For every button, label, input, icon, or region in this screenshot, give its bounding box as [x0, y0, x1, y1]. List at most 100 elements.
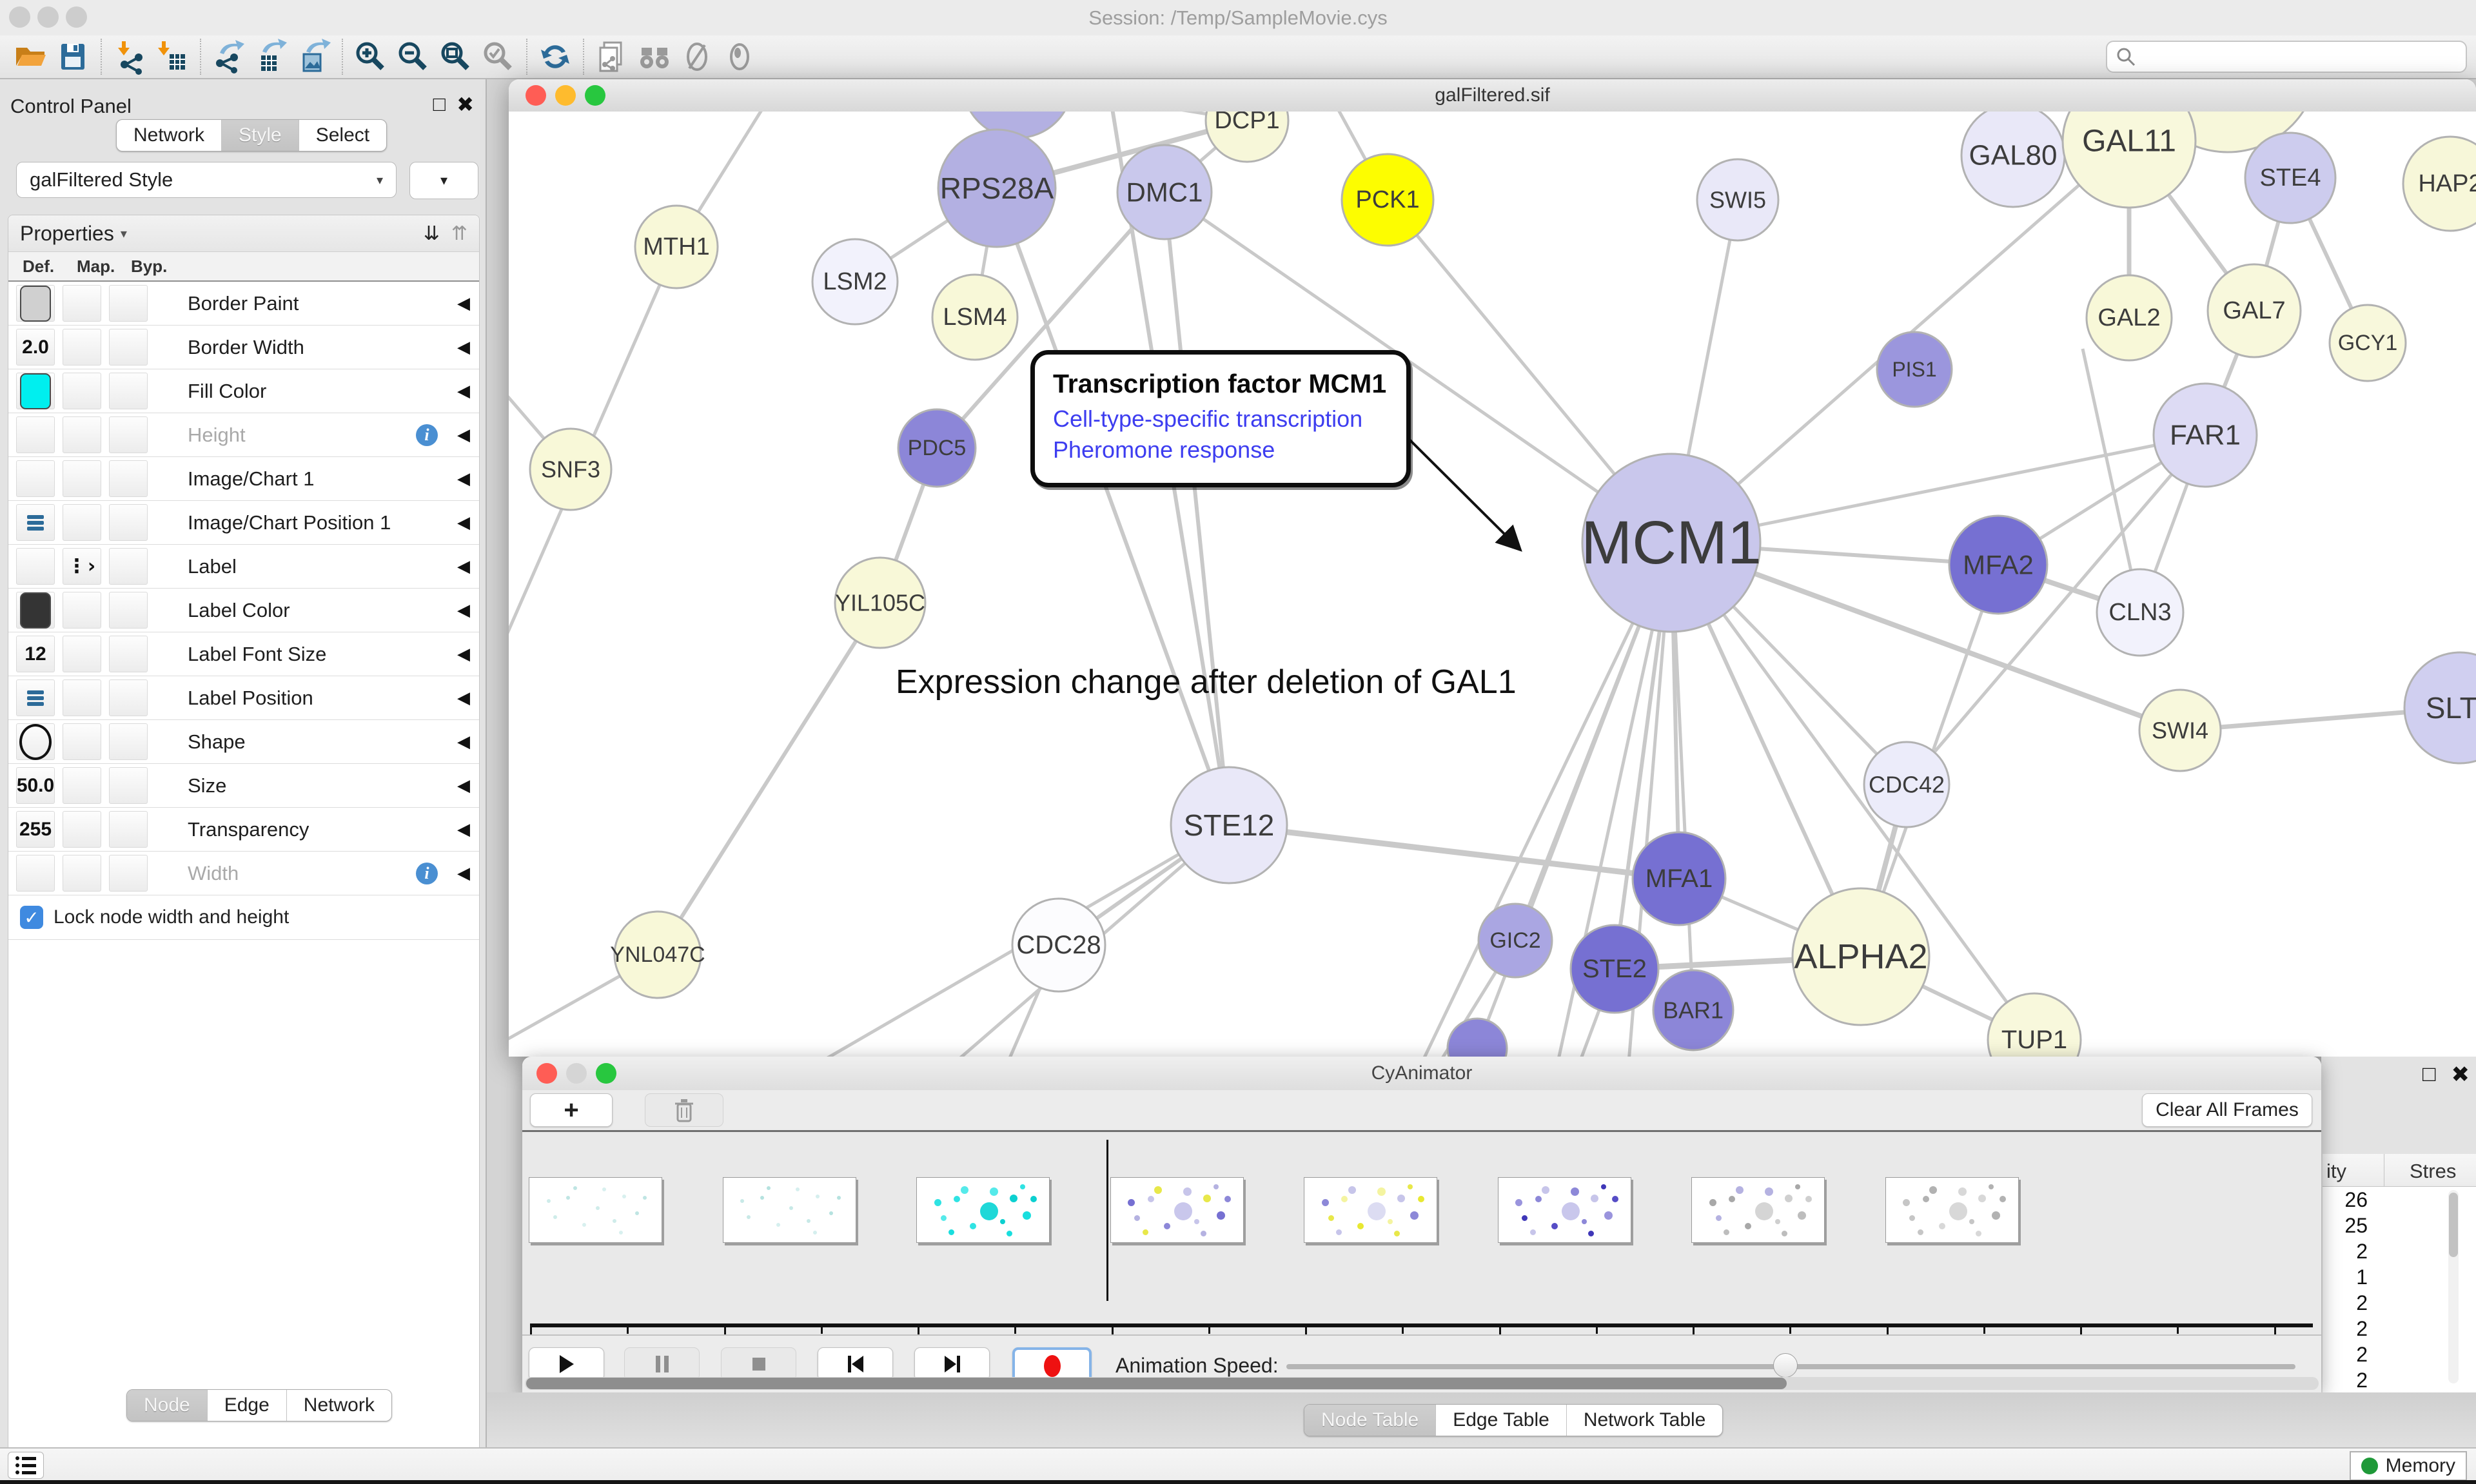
zoom-fit-icon[interactable]: [435, 37, 477, 76]
mapping-cell[interactable]: [63, 767, 101, 804]
import-network-icon[interactable]: [108, 37, 151, 76]
cyanimator-timeline[interactable]: 0123456789 Seconds: [522, 1132, 2321, 1334]
default-value-cell[interactable]: [16, 460, 55, 497]
property-row-image-chart-1[interactable]: Image/Chart 1◀: [8, 457, 479, 501]
network-node-tup1[interactable]: TUP1: [1988, 993, 2081, 1057]
mapping-cell[interactable]: [63, 329, 101, 366]
hide-selected-icon[interactable]: [676, 37, 718, 76]
stop-button[interactable]: [721, 1347, 796, 1381]
property-row-image-chart-position-1[interactable]: Image/Chart Position 1◀: [8, 501, 479, 545]
bypass-cell[interactable]: [109, 548, 148, 585]
network-edge[interactable]: [1164, 192, 1229, 825]
expand-row-icon[interactable]: ◀: [457, 513, 470, 532]
property-row-label[interactable]: ⋮›Label◀: [8, 545, 479, 589]
annotation-link[interactable]: Cell-type-specific transcription: [1053, 405, 1388, 433]
export-table-icon[interactable]: [250, 37, 293, 76]
next-frame-button[interactable]: [914, 1347, 990, 1381]
expand-row-icon[interactable]: ◀: [457, 645, 470, 664]
import-table-icon[interactable]: [151, 37, 193, 76]
default-value-cell[interactable]: 2.0: [16, 329, 55, 366]
open-session-icon[interactable]: [9, 37, 52, 76]
network-node-alpha2[interactable]: ALPHA2: [1793, 888, 1929, 1025]
network-node-cln3[interactable]: CLN3: [2097, 569, 2183, 656]
default-value-cell[interactable]: [16, 285, 55, 322]
bypass-cell[interactable]: [109, 416, 148, 453]
apply-layout-icon[interactable]: [534, 37, 576, 76]
frame-thumbnail-8[interactable]: [1885, 1177, 2019, 1243]
network-node-gal80[interactable]: GAL80: [1961, 112, 2065, 207]
network-node-ste4[interactable]: STE4: [2245, 133, 2335, 223]
bypass-cell[interactable]: [109, 285, 148, 322]
property-row-label-font-size[interactable]: 12Label Font Size◀: [8, 632, 479, 676]
timeline-scrollbar[interactable]: [525, 1377, 2319, 1390]
default-value-cell[interactable]: 50.0: [16, 767, 55, 804]
zoom-out-icon[interactable]: [392, 37, 435, 76]
animation-speed-handle[interactable]: [1773, 1353, 1798, 1378]
bypass-cell[interactable]: [109, 811, 148, 848]
default-value-cell[interactable]: 255: [16, 811, 55, 848]
tab-edge[interactable]: Edge: [207, 1390, 286, 1421]
property-row-transparency[interactable]: 255Transparency◀: [8, 808, 479, 852]
default-value-cell[interactable]: [16, 373, 55, 409]
mapping-cell[interactable]: [63, 373, 101, 409]
expand-row-icon[interactable]: ◀: [457, 864, 470, 883]
property-row-width[interactable]: Widthi◀: [8, 852, 479, 895]
expand-row-icon[interactable]: ◀: [457, 688, 470, 708]
bypass-cell[interactable]: [109, 592, 148, 629]
default-value-cell[interactable]: [16, 855, 55, 892]
style-options-button[interactable]: ▾: [409, 162, 478, 199]
default-value-cell[interactable]: 12: [16, 636, 55, 672]
bypass-cell[interactable]: [109, 329, 148, 366]
mapping-cell[interactable]: [63, 636, 101, 672]
expand-row-icon[interactable]: ◀: [457, 732, 470, 752]
tab-edge-table[interactable]: Edge Table: [1435, 1405, 1566, 1436]
node-table[interactable]: ity Stres 26252122222: [2323, 1154, 2476, 1392]
network-node-gcy1[interactable]: GCY1: [2330, 305, 2406, 381]
default-value-cell[interactable]: [16, 548, 55, 585]
network-node-slt2[interactable]: SLT2: [2404, 652, 2476, 763]
info-icon[interactable]: i: [416, 424, 438, 446]
collapse-all-icon[interactable]: ⇈: [451, 222, 467, 245]
default-value-cell[interactable]: [16, 679, 55, 716]
property-row-border-paint[interactable]: Border Paint◀: [8, 282, 479, 326]
frame-thumbnail-2[interactable]: [723, 1177, 856, 1243]
network-node-gic2[interactable]: GIC2: [1479, 904, 1552, 977]
mapping-cell[interactable]: [63, 855, 101, 892]
bypass-cell[interactable]: [109, 723, 148, 760]
network-node-mth1[interactable]: MTH1: [635, 206, 718, 288]
mapping-cell[interactable]: [63, 460, 101, 497]
network-node-pck1[interactable]: PCK1: [1342, 154, 1433, 246]
memory-button[interactable]: Memory: [2350, 1451, 2467, 1481]
tab-network[interactable]: Network: [286, 1390, 391, 1421]
property-row-fill-color[interactable]: Fill Color◀: [8, 369, 479, 413]
expand-row-icon[interactable]: ◀: [457, 294, 470, 313]
timeline-playhead[interactable]: [1106, 1140, 1108, 1301]
float-panel-icon[interactable]: □: [2422, 1062, 2436, 1088]
property-row-height[interactable]: Heighti◀: [8, 413, 479, 457]
table-scrollbar[interactable]: [2448, 1190, 2459, 1383]
property-row-label-position[interactable]: Label Position◀: [8, 676, 479, 720]
copy-network-icon[interactable]: [591, 37, 633, 76]
mapping-cell[interactable]: [63, 679, 101, 716]
mapping-cell[interactable]: ⋮›: [63, 548, 101, 585]
mapping-cell[interactable]: [63, 416, 101, 453]
network-node-dcp1[interactable]: DCP1: [1206, 112, 1288, 162]
bypass-cell[interactable]: [109, 504, 148, 541]
network-node-small_purple_partial[interactable]: [1448, 1019, 1507, 1057]
mapping-cell[interactable]: [63, 504, 101, 541]
close-panel-icon[interactable]: ✖: [2451, 1062, 2470, 1088]
export-image-icon[interactable]: [293, 37, 335, 76]
expand-row-icon[interactable]: ◀: [457, 425, 470, 445]
frame-thumbnail-5[interactable]: [1304, 1177, 1437, 1243]
expand-row-icon[interactable]: ◀: [457, 557, 470, 576]
property-row-border-width[interactable]: 2.0Border Width◀: [8, 326, 479, 369]
network-edge[interactable]: [658, 603, 880, 955]
close-panel-icon[interactable]: ✖: [457, 92, 474, 117]
task-history-button[interactable]: [8, 1452, 44, 1479]
save-session-icon[interactable]: [52, 37, 94, 76]
zoom-selected-icon[interactable]: [477, 37, 520, 76]
previous-frame-button[interactable]: [818, 1347, 893, 1381]
mapping-cell[interactable]: [63, 811, 101, 848]
mapping-cell[interactable]: [63, 285, 101, 322]
network-node-ynl047c[interactable]: YNL047C: [610, 912, 705, 998]
